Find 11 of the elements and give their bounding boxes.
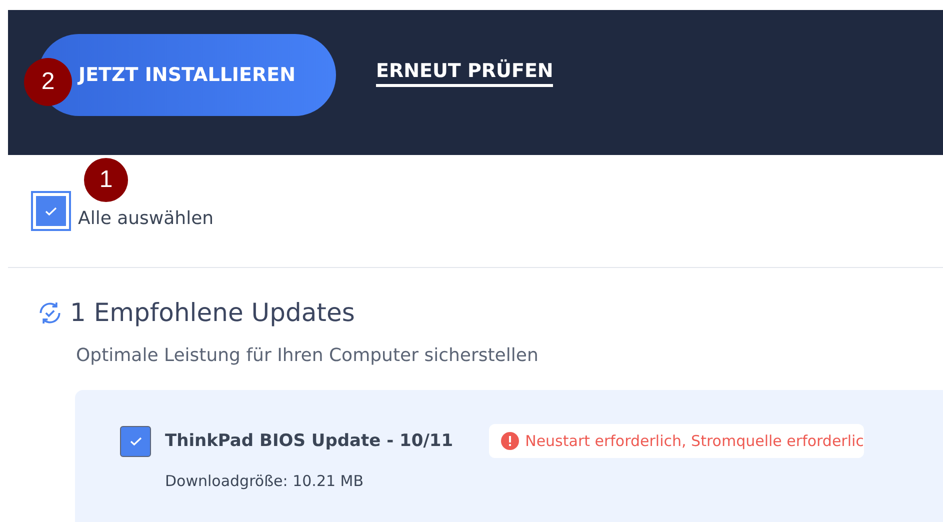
update-checkbox[interactable] (120, 426, 151, 456)
step-badge: 1 (84, 158, 128, 202)
select-all-checkbox[interactable] (36, 196, 66, 226)
checkbox-label: Alle auswählen (78, 208, 214, 228)
alert-icon (501, 432, 520, 450)
section-title: 1 Empfohlene Updates (70, 298, 355, 327)
download-size: Downloadgröße: 10.21 MB (165, 472, 365, 490)
warning-tag: Neustart erforderlich, Stromquelle erforderlic (489, 424, 864, 458)
update-name: ThinkPad BIOS Update - 10/11 (165, 431, 454, 451)
recheck-link[interactable]: ERNEUT PRÜFEN (376, 60, 554, 87)
section-subtitle: Optimale Leistung für Ihren Computer sicherstellen (76, 345, 540, 366)
